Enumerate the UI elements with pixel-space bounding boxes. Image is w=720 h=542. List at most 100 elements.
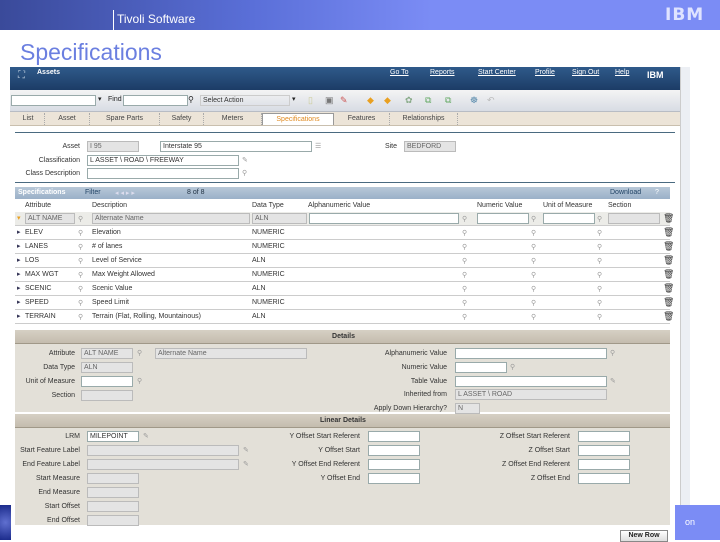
chevron-down-icon[interactable]: ▾ xyxy=(292,95,296,103)
nav-help[interactable]: Help xyxy=(615,69,629,76)
search-icon[interactable]: ⚲ xyxy=(462,299,467,307)
table-row[interactable]: ▸LANES# of lanesNUMERIC⚲⚲⚲⚲🗑 xyxy=(15,240,670,254)
search-icon[interactable]: ⚲ xyxy=(597,257,602,265)
new-icon[interactable]: ▯ xyxy=(308,95,313,106)
asset-description-field[interactable]: Interstate 95 xyxy=(160,141,312,152)
search-icon[interactable]: ⚲ xyxy=(462,257,467,265)
pencil-icon[interactable]: ✎ xyxy=(610,377,616,385)
expand-row-icon[interactable]: ▸ xyxy=(17,270,21,278)
expand-row-icon[interactable]: ▸ xyxy=(17,256,21,264)
table-value-field[interactable] xyxy=(455,376,607,387)
select-action-dropdown[interactable]: Select Action xyxy=(200,95,290,106)
vertical-scrollbar[interactable] xyxy=(680,67,690,540)
unit-of-measure-input[interactable] xyxy=(543,213,595,224)
save-icon[interactable]: ▣ xyxy=(325,95,334,106)
alphanumeric-value-input[interactable] xyxy=(309,213,459,224)
undo-icon[interactable]: ↶ xyxy=(487,95,495,106)
search-icon[interactable]: ⚲ xyxy=(597,243,602,251)
pencil-icon[interactable]: ✎ xyxy=(143,432,149,440)
search-icon[interactable]: ⚲ xyxy=(597,285,602,293)
search-icon[interactable]: ⚲ xyxy=(462,229,467,237)
search-icon[interactable]: ⚲ xyxy=(531,229,536,237)
linear-field-input[interactable]: MILEPOINT xyxy=(87,431,139,442)
offset-input[interactable] xyxy=(368,431,420,442)
trash-icon[interactable]: 🗑 xyxy=(663,213,674,224)
search-icon[interactable]: ⚲ xyxy=(78,215,83,223)
download-button[interactable]: Download xyxy=(610,189,641,196)
search-icon[interactable]: ⚲ xyxy=(597,299,602,307)
search-icon[interactable]: ⚲ xyxy=(597,271,602,279)
table-row[interactable]: ▸SPEEDSpeed LimitNUMERIC⚲⚲⚲⚲🗑 xyxy=(15,296,670,310)
offset-input[interactable] xyxy=(578,459,630,470)
search-icon[interactable]: ⚲ xyxy=(78,257,83,265)
chevron-down-icon[interactable]: ▾ xyxy=(98,95,102,103)
trash-icon[interactable]: 🗑 xyxy=(663,227,674,238)
search-icon[interactable]: ⚲ xyxy=(610,349,615,357)
binoculars-icon[interactable]: ⚲ xyxy=(188,95,194,104)
search-icon[interactable]: ⚲ xyxy=(531,313,536,321)
copy-icon[interactable]: ⧉ xyxy=(445,95,451,106)
search-icon[interactable]: ⚲ xyxy=(531,243,536,251)
numeric-value-input[interactable] xyxy=(477,213,529,224)
search-icon[interactable]: ⚲ xyxy=(78,271,83,279)
search-icon[interactable]: ⚲ xyxy=(78,313,83,321)
tab-relationships[interactable]: Relationships xyxy=(390,113,458,125)
trash-icon[interactable]: 🗑 xyxy=(663,283,674,294)
search-icon[interactable]: ⚲ xyxy=(78,299,83,307)
search-icon[interactable]: ⚲ xyxy=(462,313,467,321)
classification-field[interactable]: L ASSET \ ROAD \ FREEWAY xyxy=(87,155,239,166)
search-icon[interactable]: ⚲ xyxy=(462,215,467,223)
search-icon[interactable]: ⚲ xyxy=(462,243,467,251)
alphanumeric-value-field[interactable] xyxy=(455,348,607,359)
search-icon[interactable]: ⚲ xyxy=(531,285,536,293)
offset-input[interactable] xyxy=(578,431,630,442)
numeric-value-field[interactable] xyxy=(455,362,507,373)
offset-input[interactable] xyxy=(368,459,420,470)
table-row[interactable]: ▾ALT NAMEAlternate NameALN⚲⚲⚲⚲🗑 xyxy=(15,212,670,226)
find-input[interactable] xyxy=(123,95,188,106)
expand-row-icon[interactable]: ▸ xyxy=(17,242,21,250)
search-icon[interactable]: ⚲ xyxy=(78,229,83,237)
nav-go-to[interactable]: Go To xyxy=(390,69,409,76)
search-icon[interactable]: ⚲ xyxy=(78,243,83,251)
pencil-icon[interactable]: ✎ xyxy=(242,156,248,164)
expand-row-icon[interactable]: ▸ xyxy=(17,228,21,236)
offset-input[interactable] xyxy=(578,473,630,484)
search-icon[interactable]: ⚲ xyxy=(462,285,467,293)
table-row[interactable]: ▸TERRAINTerrain (Flat, Rolling, Mountain… xyxy=(15,310,670,324)
new-row-button[interactable]: New Row xyxy=(620,530,668,542)
search-icon[interactable]: ⚲ xyxy=(137,377,142,385)
long-description-icon[interactable]: ☰ xyxy=(315,142,321,150)
search-icon[interactable]: ⚲ xyxy=(597,215,602,223)
offset-input[interactable] xyxy=(368,445,420,456)
routing-icon[interactable]: ☸ xyxy=(470,95,478,106)
help-icon[interactable]: ? xyxy=(655,189,659,196)
table-row[interactable]: ▸ELEVElevationNUMERIC⚲⚲⚲⚲🗑 xyxy=(15,226,670,240)
table-row[interactable]: ▸MAX WGTMax Weight AllowedNUMERIC⚲⚲⚲⚲🗑 xyxy=(15,268,670,282)
search-icon[interactable]: ⚲ xyxy=(531,215,536,223)
offset-input[interactable] xyxy=(368,473,420,484)
pencil-icon[interactable]: ✎ xyxy=(243,446,249,454)
search-icon[interactable]: ⚲ xyxy=(462,271,467,279)
search-icon[interactable]: ⚲ xyxy=(597,229,602,237)
nav-sign-out[interactable]: Sign Out xyxy=(572,69,599,76)
expand-row-icon[interactable]: ▸ xyxy=(17,284,21,292)
class-description-field[interactable] xyxy=(87,168,239,179)
expand-row-icon[interactable]: ▾ xyxy=(17,214,21,222)
tab-list[interactable]: List xyxy=(12,113,45,125)
tab-specifications[interactable]: Specifications xyxy=(262,113,334,125)
search-icon[interactable]: ⚲ xyxy=(597,313,602,321)
search-icon[interactable]: ⚲ xyxy=(137,349,142,357)
search-icon[interactable]: ⚲ xyxy=(510,363,515,371)
trash-icon[interactable]: 🗑 xyxy=(663,255,674,266)
table-row[interactable]: ▸SCENICScenic ValueALN⚲⚲⚲⚲🗑 xyxy=(15,282,670,296)
detail-uom-field[interactable] xyxy=(81,376,133,387)
expand-row-icon[interactable]: ▸ xyxy=(17,298,21,306)
pencil-icon[interactable]: ✎ xyxy=(243,460,249,468)
search-icon[interactable]: ⚲ xyxy=(531,271,536,279)
nav-profile[interactable]: Profile xyxy=(535,69,555,76)
search-icon[interactable]: ⚲ xyxy=(242,169,247,177)
duplicate-icon[interactable]: ⧉ xyxy=(425,95,431,106)
previous-icon[interactable]: ◆ xyxy=(367,95,374,106)
trash-icon[interactable]: 🗑 xyxy=(663,269,674,280)
